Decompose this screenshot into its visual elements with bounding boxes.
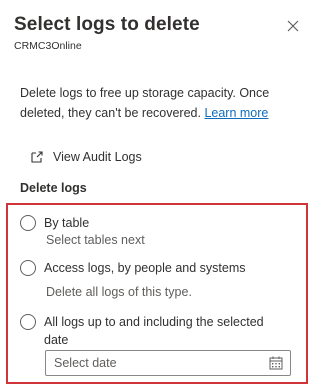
date-placeholder: Select date [54,356,117,370]
view-audit-logs-button[interactable]: View Audit Logs [30,150,142,164]
view-audit-logs-label: View Audit Logs [53,150,142,164]
close-button[interactable] [285,18,301,34]
radio-option-by-table[interactable]: By table [20,214,89,232]
radio-label: Access logs, by people and systems [44,261,246,275]
delete-logs-heading: Delete logs [20,181,87,195]
panel-title: Select logs to delete [14,14,200,35]
radio-option-all-logs-by-date[interactable]: All logs up to and including the selecte… [20,313,290,349]
radio-option-access-logs[interactable]: Access logs, by people and systems [20,259,246,277]
radio-label: All logs up to and including the selecte… [44,315,264,347]
external-link-icon [31,151,43,163]
panel-subtitle: CRMC3Online [14,40,82,52]
radio-button[interactable] [20,314,36,330]
radio-sublabel: Delete all logs of this type. [46,285,192,299]
delete-logs-panel: Select logs to delete CRMC3Online Delete… [0,0,317,392]
learn-more-link[interactable]: Learn more [204,106,268,120]
radio-button[interactable] [20,260,36,276]
date-picker-input[interactable]: Select date [45,350,291,376]
close-icon [287,20,299,32]
radio-sublabel: Select tables next [46,233,145,247]
calendar-icon[interactable] [269,356,283,370]
radio-button[interactable] [20,215,36,231]
radio-label: By table [44,216,90,230]
description: Delete logs to free up storage capacity.… [20,83,300,123]
